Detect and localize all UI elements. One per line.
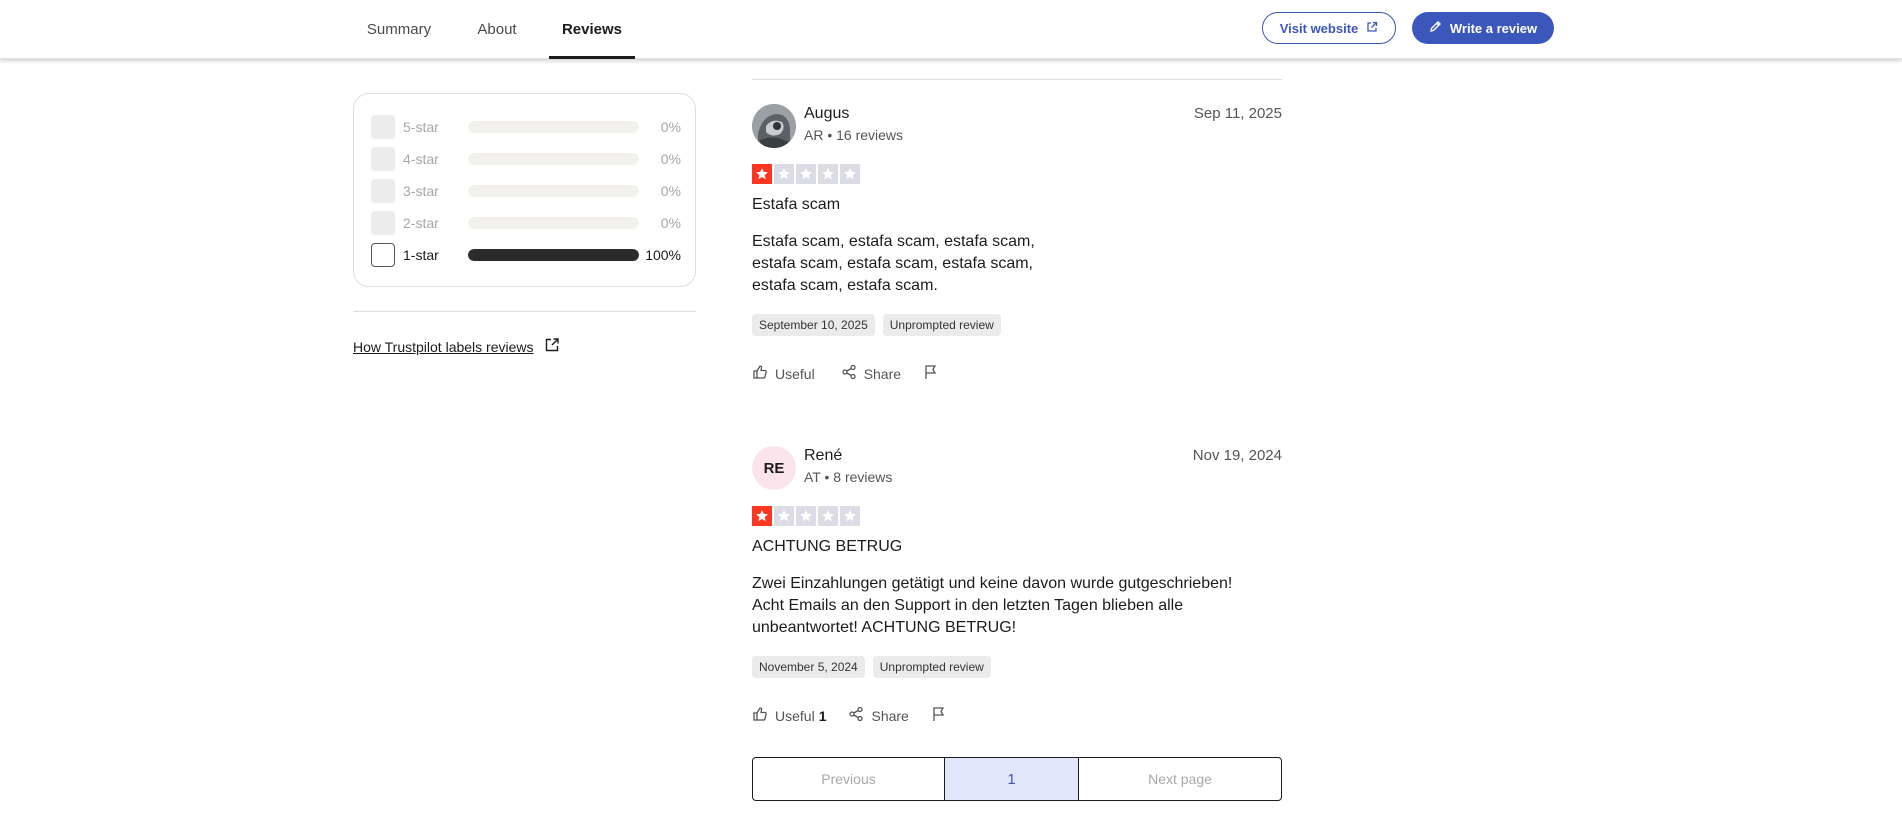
filter-percent: 100% [645,247,681,263]
share-label: Share [871,707,909,724]
external-link-icon [544,337,560,356]
write-review-label: Write a review [1449,20,1538,36]
share-icon [841,364,857,383]
review-card: Augus AR • 16 reviews Sep 11, 2025 Estaf… [752,104,1282,384]
pagination: Previous 1 Next page [752,757,1282,801]
next-page-button[interactable]: Next page [1079,758,1281,800]
useful-button[interactable]: Useful 1 [752,706,826,725]
star-icon [796,164,816,184]
star-rating [752,506,860,526]
filter-checkbox-4-star [371,147,395,171]
filter-row-5-star: 5-star 0% [371,115,681,139]
star-icon [796,506,816,526]
labels-link-text: How Trustpilot labels reviews [353,338,534,355]
report-button[interactable] [931,706,947,725]
star-icon [752,164,772,184]
star-icon [818,164,838,184]
visit-website-label: Visit website [1279,20,1359,36]
experience-date-tag: September 10, 2025 [752,314,875,336]
review-actions: Useful Share [752,364,961,383]
filter-percent: 0% [660,215,681,231]
star-icon [818,506,838,526]
thumbs-up-icon [752,364,768,383]
filter-checkbox-3-star [371,179,395,203]
reviews-divider [752,79,1282,80]
filter-label: 2-star [403,215,439,231]
filter-bar [468,153,639,165]
tab-reviews[interactable]: Reviews [549,0,635,59]
star-icon [774,164,794,184]
filter-row-2-star: 2-star 0% [371,211,681,235]
filter-bar [468,217,639,229]
star-rating-filter: 5-star 0% 4-star 0% 3-star 0% 2-star 0% … [353,93,696,287]
avatar[interactable]: RE [752,446,796,490]
filter-checkbox-1-star[interactable] [371,243,395,267]
review-card: RE René AT • 8 reviews Nov 19, 2024 ACHT… [752,446,1282,726]
visit-website-button[interactable]: Visit website [1262,12,1396,44]
how-labels-reviews-link[interactable]: How Trustpilot labels reviews [353,337,560,356]
reviewer-meta: AR • 16 reviews [804,127,904,143]
experience-date-tag: November 5, 2024 [752,656,865,678]
pencil-icon [1429,20,1442,36]
flag-icon [931,706,947,725]
report-button[interactable] [923,364,939,383]
reviewer-name[interactable]: Augus [804,105,849,123]
thumbs-up-icon [752,706,768,725]
share-button[interactable]: Share [841,364,901,383]
review-date: Nov 19, 2024 [1192,447,1282,464]
share-icon [848,706,864,725]
unprompted-review-tag: Unprompted review [882,314,1001,336]
review-body: Zwei Einzahlungen getätigt und keine dav… [752,575,1233,636]
filter-row-4-star: 4-star 0% [371,147,681,171]
filter-label: 5-star [403,119,439,135]
filter-checkbox-2-star [371,211,395,235]
external-link-icon [1366,21,1378,36]
filter-percent: 0% [660,119,681,135]
star-icon [752,506,772,526]
flag-icon [923,364,939,383]
useful-button[interactable]: Useful [752,364,819,383]
filter-row-3-star: 3-star 0% [371,179,681,203]
reviewer-name[interactable]: René [804,447,842,465]
avatar[interactable] [752,104,796,148]
write-review-button[interactable]: Write a review [1412,12,1554,44]
avatar-initials: RE [763,459,785,477]
filter-label: 3-star [403,183,439,199]
sidebar-divider [353,311,696,312]
previous-page-button[interactable]: Previous [753,758,945,800]
review-title[interactable]: ACHTUNG BETRUG [752,538,902,556]
useful-count: 1 [818,707,827,724]
review-actions: Useful 1 Share [752,706,969,725]
filter-checkbox-5-star [371,115,395,139]
filter-row-1-star[interactable]: 1-star 100% [371,243,681,267]
review-body: Estafa scam, estafa scam, estafa scam, e… [752,233,1035,294]
star-rating [752,164,860,184]
star-icon [774,506,794,526]
filter-bar [468,249,639,261]
filter-percent: 0% [660,151,681,167]
top-navigation: Summary About Reviews Visit website Writ… [0,0,1902,59]
share-button[interactable]: Share [848,706,909,725]
share-label: Share [863,365,902,382]
tab-about[interactable]: About [475,0,519,59]
filter-percent: 0% [660,183,681,199]
star-icon [840,164,860,184]
filter-bar [468,121,639,133]
review-tags: September 10, 2025 Unprompted review [752,314,1001,336]
review-tags: November 5, 2024 Unprompted review [752,656,991,678]
review-title[interactable]: Estafa scam [752,196,840,214]
star-icon [840,506,860,526]
filter-bar [468,185,639,197]
review-date: Sep 11, 2025 [1193,105,1282,122]
unprompted-review-tag: Unprompted review [872,656,991,678]
useful-label: Useful [775,707,815,724]
useful-label: Useful [775,365,815,382]
filter-label: 4-star [403,151,439,167]
tab-summary[interactable]: Summary [367,0,431,59]
filter-label: 1-star [403,247,439,263]
current-page-button[interactable]: 1 [945,758,1079,800]
reviewer-meta: AT • 8 reviews [804,469,893,485]
